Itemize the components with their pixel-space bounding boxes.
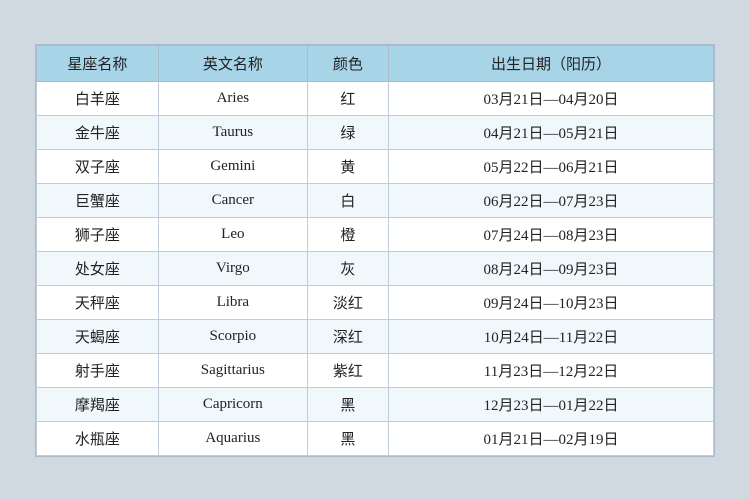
cell-color: 绿 [307, 115, 388, 149]
cell-chinese: 射手座 [37, 353, 159, 387]
cell-color: 红 [307, 81, 388, 115]
cell-date: 03月21日—04月20日 [389, 81, 714, 115]
header-chinese: 星座名称 [37, 45, 159, 81]
zodiac-table: 星座名称 英文名称 颜色 出生日期（阳历） 白羊座Aries红03月21日—04… [36, 45, 714, 456]
table-row: 处女座Virgo灰08月24日—09月23日 [37, 251, 714, 285]
cell-color: 灰 [307, 251, 388, 285]
cell-chinese: 天秤座 [37, 285, 159, 319]
cell-date: 06月22日—07月23日 [389, 183, 714, 217]
table-row: 狮子座Leo橙07月24日—08月23日 [37, 217, 714, 251]
cell-chinese: 处女座 [37, 251, 159, 285]
cell-english: Cancer [158, 183, 307, 217]
cell-chinese: 摩羯座 [37, 387, 159, 421]
table-row: 摩羯座Capricorn黑12月23日—01月22日 [37, 387, 714, 421]
cell-english: Gemini [158, 149, 307, 183]
table-header-row: 星座名称 英文名称 颜色 出生日期（阳历） [37, 45, 714, 81]
table-row: 射手座Sagittarius紫红11月23日—12月22日 [37, 353, 714, 387]
cell-english: Capricorn [158, 387, 307, 421]
cell-chinese: 水瓶座 [37, 421, 159, 455]
cell-date: 11月23日—12月22日 [389, 353, 714, 387]
cell-chinese: 狮子座 [37, 217, 159, 251]
cell-color: 紫红 [307, 353, 388, 387]
cell-date: 12月23日—01月22日 [389, 387, 714, 421]
table-row: 双子座Gemini黄05月22日—06月21日 [37, 149, 714, 183]
cell-date: 09月24日—10月23日 [389, 285, 714, 319]
table-row: 水瓶座Aquarius黑01月21日—02月19日 [37, 421, 714, 455]
cell-date: 01月21日—02月19日 [389, 421, 714, 455]
zodiac-table-container: 星座名称 英文名称 颜色 出生日期（阳历） 白羊座Aries红03月21日—04… [35, 44, 715, 457]
cell-color: 橙 [307, 217, 388, 251]
cell-english: Libra [158, 285, 307, 319]
cell-color: 淡红 [307, 285, 388, 319]
cell-english: Scorpio [158, 319, 307, 353]
cell-chinese: 白羊座 [37, 81, 159, 115]
header-date: 出生日期（阳历） [389, 45, 714, 81]
header-color: 颜色 [307, 45, 388, 81]
cell-english: Aquarius [158, 421, 307, 455]
cell-date: 07月24日—08月23日 [389, 217, 714, 251]
cell-color: 黑 [307, 421, 388, 455]
cell-english: Aries [158, 81, 307, 115]
table-row: 天蝎座Scorpio深红10月24日—11月22日 [37, 319, 714, 353]
cell-color: 黄 [307, 149, 388, 183]
table-row: 天秤座Libra淡红09月24日—10月23日 [37, 285, 714, 319]
cell-english: Sagittarius [158, 353, 307, 387]
cell-date: 10月24日—11月22日 [389, 319, 714, 353]
cell-color: 白 [307, 183, 388, 217]
cell-english: Taurus [158, 115, 307, 149]
cell-color: 黑 [307, 387, 388, 421]
cell-chinese: 天蝎座 [37, 319, 159, 353]
cell-date: 04月21日—05月21日 [389, 115, 714, 149]
cell-color: 深红 [307, 319, 388, 353]
cell-chinese: 双子座 [37, 149, 159, 183]
cell-chinese: 金牛座 [37, 115, 159, 149]
table-row: 巨蟹座Cancer白06月22日—07月23日 [37, 183, 714, 217]
cell-english: Virgo [158, 251, 307, 285]
table-row: 金牛座Taurus绿04月21日—05月21日 [37, 115, 714, 149]
cell-chinese: 巨蟹座 [37, 183, 159, 217]
cell-english: Leo [158, 217, 307, 251]
table-row: 白羊座Aries红03月21日—04月20日 [37, 81, 714, 115]
table-body: 白羊座Aries红03月21日—04月20日金牛座Taurus绿04月21日—0… [37, 81, 714, 455]
cell-date: 08月24日—09月23日 [389, 251, 714, 285]
header-english: 英文名称 [158, 45, 307, 81]
cell-date: 05月22日—06月21日 [389, 149, 714, 183]
